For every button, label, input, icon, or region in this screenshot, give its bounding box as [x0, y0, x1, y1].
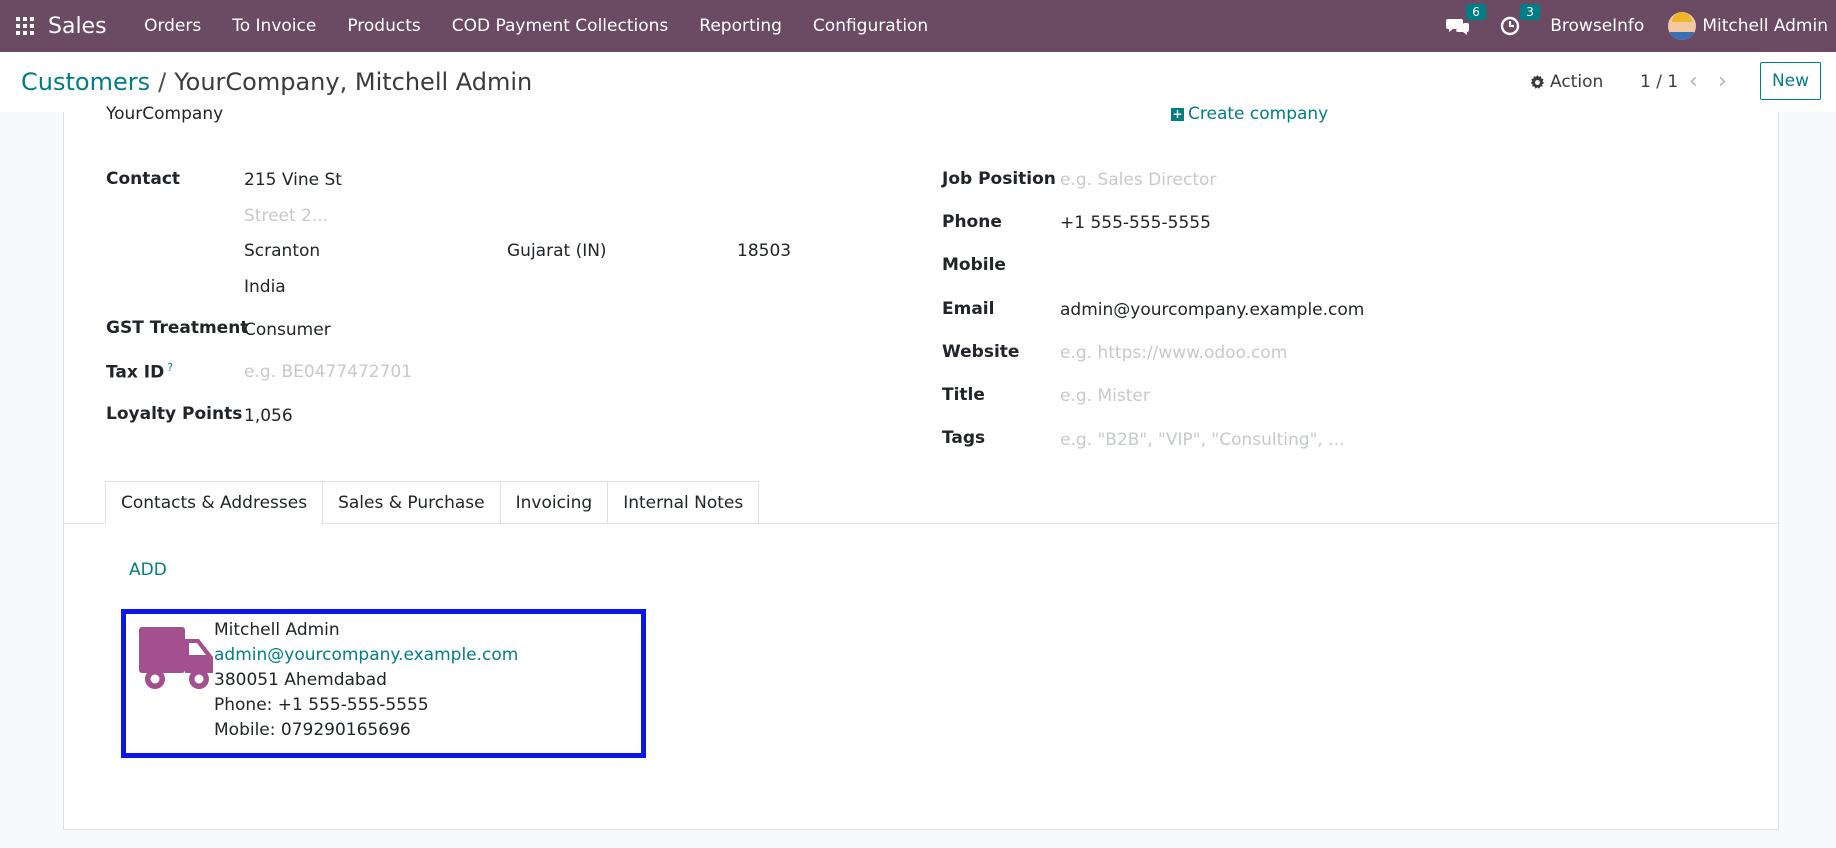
- job-position-field[interactable]: e.g. Sales Director: [1060, 170, 1216, 190]
- city-field[interactable]: Scranton: [244, 241, 320, 261]
- notebook-tabs: Contacts & Addresses Sales & Purchase In…: [105, 481, 760, 524]
- activities-button[interactable]: 3: [1500, 4, 1540, 36]
- card-name: Mitchell Admin: [214, 620, 340, 640]
- tax-id-label: Tax ID?: [106, 361, 174, 383]
- new-button[interactable]: New: [1760, 62, 1821, 100]
- company-switcher[interactable]: BrowseInfo: [1550, 16, 1644, 36]
- company-name-field[interactable]: YourCompany: [106, 104, 223, 124]
- contact-card[interactable]: Mitchell Admin admin@yourcompany.example…: [121, 609, 646, 758]
- tab-sales-purchase[interactable]: Sales & Purchase: [322, 481, 501, 524]
- street2-field[interactable]: Street 2...: [244, 206, 328, 226]
- pager-value[interactable]: 1 / 1: [1640, 72, 1678, 92]
- tags-field[interactable]: e.g. "B2B", "VIP", "Consulting", ...: [1060, 430, 1344, 450]
- messages-badge: 6: [1466, 4, 1486, 20]
- tab-invoicing[interactable]: Invoicing: [499, 481, 609, 524]
- loyalty-points-value: 1,056: [244, 406, 293, 426]
- phone-field[interactable]: +1 555-555-5555: [1060, 213, 1211, 233]
- pager-next-icon[interactable]: ›: [1718, 69, 1727, 94]
- user-menu[interactable]: Mitchell Admin: [1702, 16, 1828, 36]
- title-label: Title: [942, 385, 985, 405]
- add-contact-button[interactable]: ADD: [129, 560, 167, 580]
- action-label: Action: [1550, 72, 1604, 92]
- street-field[interactable]: 215 Vine St: [244, 170, 342, 190]
- top-navbar: Sales Orders To Invoice Products COD Pay…: [0, 0, 1836, 52]
- card-mobile: Mobile: 079290165696: [214, 720, 411, 740]
- menu-configuration[interactable]: Configuration: [797, 16, 943, 36]
- create-company-button[interactable]: + Create company: [1171, 104, 1328, 124]
- email-label: Email: [942, 299, 995, 319]
- gst-treatment-label: GST Treatment: [106, 318, 249, 338]
- menu-products[interactable]: Products: [332, 16, 436, 36]
- email-field[interactable]: admin@yourcompany.example.com: [1060, 300, 1364, 320]
- action-button[interactable]: Action: [1530, 72, 1603, 92]
- breadcrumb-current: YourCompany, Mitchell Admin: [174, 68, 533, 96]
- title-field[interactable]: e.g. Mister: [1060, 386, 1150, 406]
- form-sheet: YourCompany + Create company Contact 215…: [63, 104, 1780, 830]
- country-field[interactable]: India: [244, 277, 286, 297]
- job-position-label: Job Position: [942, 169, 1056, 189]
- clock-icon: [1501, 16, 1520, 36]
- loyalty-points-label: Loyalty Points: [106, 404, 243, 424]
- activities-badge: 3: [1520, 4, 1540, 20]
- plus-square-icon: +: [1171, 106, 1184, 121]
- state-field[interactable]: Gujarat (IN): [507, 241, 607, 261]
- breadcrumb-customers[interactable]: Customers: [21, 68, 150, 96]
- tags-label: Tags: [942, 428, 986, 448]
- breadcrumb-separator: /: [158, 68, 167, 96]
- messages-button[interactable]: 6: [1446, 4, 1486, 36]
- menu-orders[interactable]: Orders: [129, 16, 217, 36]
- website-field[interactable]: e.g. https://www.odoo.com: [1060, 343, 1287, 363]
- app-name[interactable]: Sales: [48, 14, 107, 39]
- apps-grid-icon[interactable]: [16, 17, 34, 35]
- tab-internal-notes[interactable]: Internal Notes: [607, 481, 760, 524]
- card-email-link[interactable]: admin@yourcompany.example.com: [214, 645, 518, 665]
- tax-id-field[interactable]: e.g. BE0477472701: [244, 362, 412, 382]
- website-label: Website: [942, 342, 1020, 362]
- menu-reporting[interactable]: Reporting: [684, 16, 798, 36]
- breadcrumb: Customers / YourCompany, Mitchell Admin: [21, 68, 532, 96]
- mobile-label: Mobile: [942, 255, 1006, 275]
- tab-contacts-addresses[interactable]: Contacts & Addresses: [105, 481, 324, 524]
- tax-id-help-icon[interactable]: ?: [167, 361, 173, 374]
- phone-label: Phone: [942, 212, 1002, 232]
- pager-previous-icon[interactable]: ‹: [1689, 69, 1698, 94]
- menu-cod-payment-collections[interactable]: COD Payment Collections: [436, 16, 684, 36]
- delivery-truck-icon: [139, 627, 213, 689]
- card-address: 380051 Ahemdabad: [214, 670, 387, 690]
- zip-field[interactable]: 18503: [737, 241, 791, 261]
- gst-treatment-field[interactable]: Consumer: [244, 320, 331, 340]
- user-avatar[interactable]: [1668, 12, 1697, 40]
- control-panel: Customers / YourCompany, Mitchell Admin Ac…: [0, 52, 1836, 112]
- create-company-label: Create company: [1188, 104, 1329, 124]
- gear-icon: [1530, 74, 1545, 89]
- contact-label: Contact: [106, 169, 181, 189]
- menu-to-invoice[interactable]: To Invoice: [217, 16, 332, 36]
- card-phone: Phone: +1 555-555-5555: [214, 695, 429, 715]
